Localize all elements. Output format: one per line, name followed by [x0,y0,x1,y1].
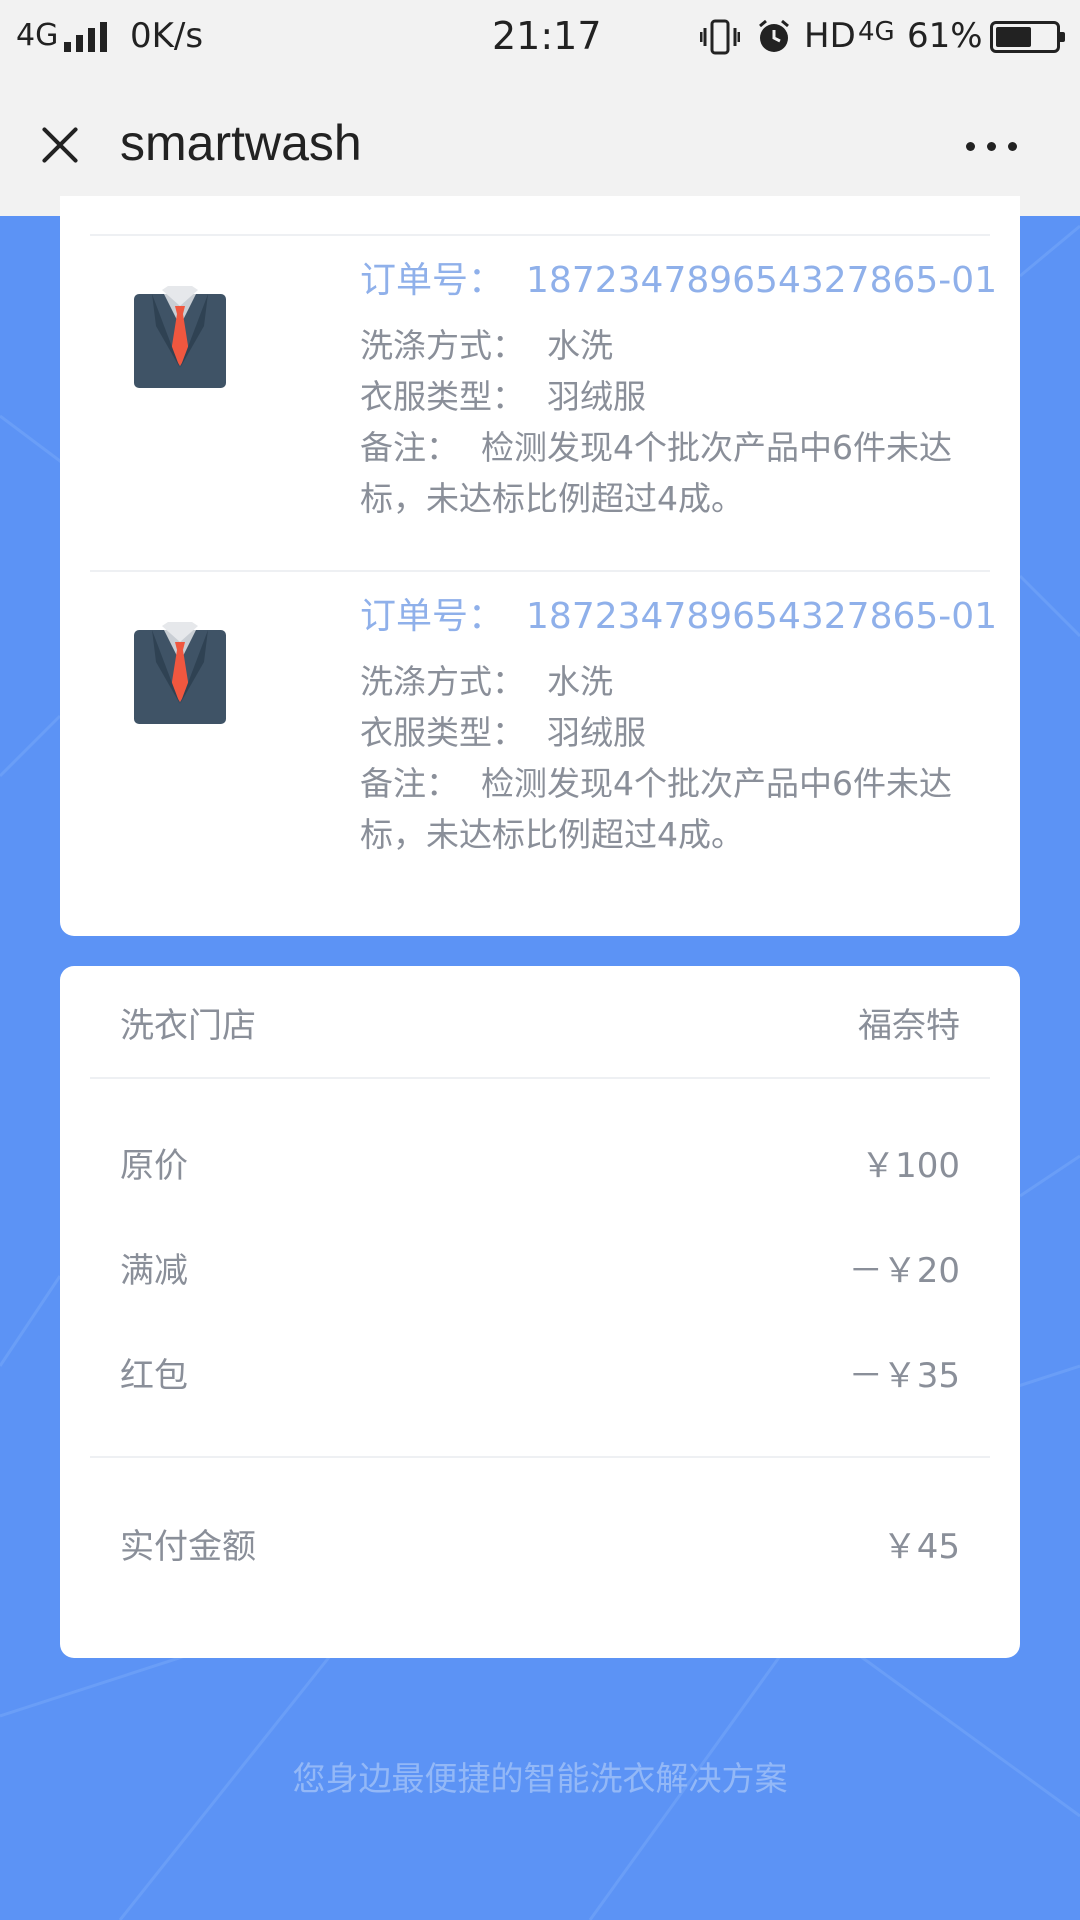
network-type: 4G [16,18,59,53]
divider [90,1456,990,1458]
original-price-value: ￥100 [861,1146,960,1186]
order-number: 订单号： 187234789654327865-01 [360,260,998,301]
red-packet-label: 红包 [120,1356,188,1396]
store-row: 洗衣门店 福奈特 [120,998,960,1048]
hd-indicator: HD [804,16,856,56]
order-details: 订单号： 187234789654327865-01 洗涤方式： 水洗 衣服类型：羽… [360,594,998,860]
remark: 备注： 检测发现4个批次产品中6件未达标，未达标比例超过4成。 [360,428,952,518]
orders-card: 订单号： 187234789654327865-01 洗涤方式： 水洗 衣服类型：羽… [60,196,1020,936]
clothing-type: 衣服类型： 羽绒服 [360,377,646,416]
suit-icon [134,622,226,724]
title-bar: smartwash [0,74,1080,216]
red-packet-row: 红包 －￥35 [120,1348,960,1398]
price-summary-card: 洗衣门店 福奈特 原价 ￥100 满减 －￥20 红包 －￥35 实付金额 ￥4… [60,966,1020,1658]
wash-method: 洗涤方式： 水洗 [360,662,613,701]
wash-method: 洗涤方式： 水洗 [360,326,613,365]
status-bar: 4G 0K/s 21:17 HD 4G 61% [0,0,1080,74]
original-price-row: 原价 ￥100 [120,1138,960,1188]
clock: 21:17 [492,14,602,58]
discount-label: 满减 [120,1251,188,1291]
suit-icon [134,286,226,388]
battery-percent: 61% [907,16,983,56]
signal-icon [64,22,110,52]
alarm-icon [759,19,789,52]
close-button[interactable] [34,119,86,171]
vibrate-icon [700,19,740,55]
store-value: 福奈特 [858,1006,960,1046]
battery-icon [990,21,1065,53]
network-type-secondary: 4G [858,17,895,47]
order-details: 订单号： 187234789654327865-01 洗涤方式： 水洗 衣服类型：羽… [360,258,998,524]
divider [90,1077,990,1079]
paid-amount-value: ￥45 [882,1527,960,1567]
more-options-button[interactable] [962,128,1022,164]
order-number: 订单号： 187234789654327865-01 [360,596,998,637]
page-title: smartwash [120,115,362,171]
order-item[interactable]: 订单号： 187234789654327865-01 洗涤方式： 水洗 衣服类型：羽… [60,572,1020,908]
clothing-type: 衣服类型： 羽绒服 [360,713,646,752]
paid-amount-label: 实付金额 [120,1527,256,1567]
discount-value: －￥20 [848,1251,960,1291]
remark: 备注： 检测发现4个批次产品中6件未达标，未达标比例超过4成。 [360,764,952,854]
order-item[interactable]: 订单号： 187234789654327865-01 洗涤方式： 水洗 衣服类型：羽… [60,236,1020,572]
discount-row: 满减 －￥20 [120,1243,960,1293]
paid-amount-row: 实付金额 ￥45 [120,1519,960,1569]
network-speed: 0K/s [130,16,204,56]
red-packet-value: －￥35 [848,1356,960,1396]
original-price-label: 原价 [120,1146,188,1186]
footer-slogan: 您身边最便捷的智能洗衣解决方案 [292,1759,788,1798]
store-label: 洗衣门店 [120,1006,256,1046]
